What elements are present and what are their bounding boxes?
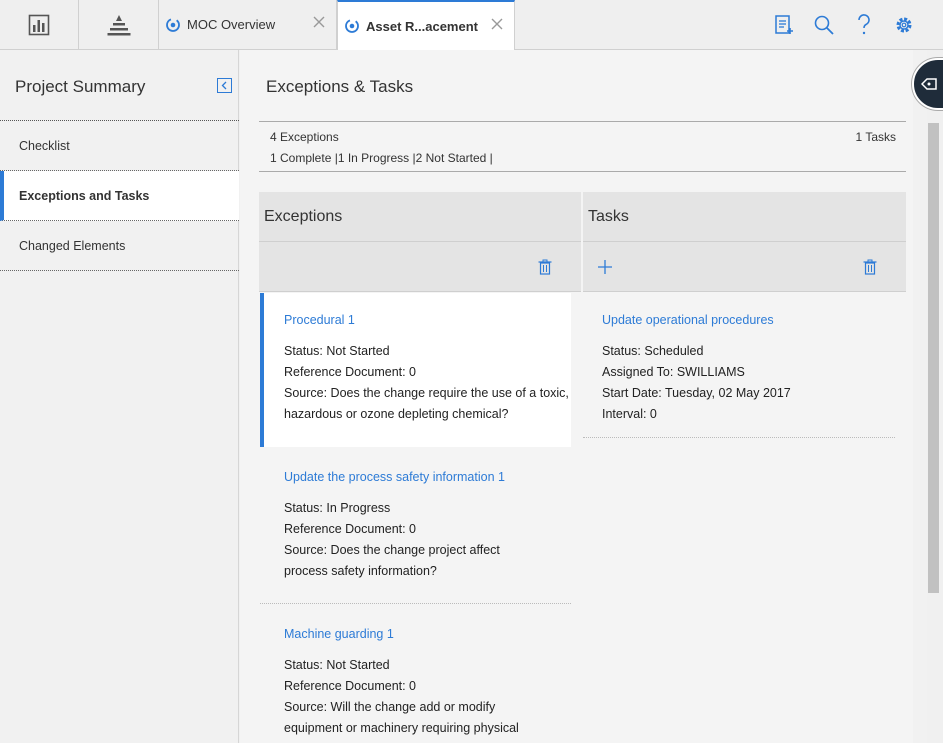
exception-title-link[interactable]: Machine guarding 1 [284, 624, 556, 645]
close-icon[interactable] [312, 15, 326, 29]
dashboard-button[interactable] [0, 0, 79, 49]
trash-icon[interactable] [537, 259, 553, 275]
task-title-link[interactable]: Update operational procedures [602, 310, 895, 331]
exception-card[interactable]: Procedural 1 Status: Not Started Referen… [260, 293, 571, 447]
summary-bar: 4 Exceptions 1 Complete |1 In Progress |… [259, 121, 906, 172]
sidebar: Project Summary Checklist Exceptions and… [0, 50, 239, 743]
page-title: Exceptions & Tasks [266, 77, 414, 96]
exception-reference: Reference Document: 0 [284, 365, 417, 379]
tab-label: Asset R...acement [366, 18, 478, 34]
add-icon[interactable] [597, 259, 613, 275]
task-start-date: Start Date: Tuesday, 02 May 2017 [602, 386, 791, 400]
exception-card[interactable]: Machine guarding 1 Status: Not Started R… [260, 604, 571, 743]
dashboard-icon [28, 14, 50, 35]
exception-status: Status: Not Started [284, 658, 390, 672]
close-icon[interactable] [490, 17, 504, 31]
task-assigned-to: Assigned To: SWILLIAMS [602, 365, 745, 379]
exception-source: Source: Will the change add or modify eq… [284, 700, 519, 743]
sidebar-item-changed-elements[interactable]: Changed Elements [0, 221, 239, 271]
help-icon [858, 14, 870, 35]
exception-status: Status: Not Started [284, 344, 390, 358]
exception-title-link[interactable]: Procedural 1 [284, 310, 571, 331]
sidebar-item-label: Exceptions and Tasks [19, 188, 150, 203]
exceptions-heading: Exceptions [259, 192, 581, 242]
tab-moc-overview[interactable]: MOC Overview [159, 0, 337, 49]
sidebar-item-checklist[interactable]: Checklist [0, 121, 239, 171]
tag-arrow-icon [921, 78, 937, 90]
exceptions-count: 4 Exceptions [270, 130, 339, 144]
sidebar-item-label: Changed Elements [19, 238, 126, 253]
exception-source: Source: Does the change require the use … [284, 386, 569, 421]
exception-card[interactable]: Update the process safety information 1 … [260, 447, 571, 604]
exceptions-status-summary: 1 Complete |1 In Progress |2 Not Started… [270, 151, 493, 165]
tab-asset-replacement[interactable]: Asset R...acement [337, 0, 515, 50]
exceptions-toolbar [259, 242, 581, 292]
task-status: Status: Scheduled [602, 344, 704, 358]
help-button[interactable] [852, 13, 876, 37]
moc-icon [166, 17, 180, 32]
tasks-heading: Tasks [583, 192, 906, 242]
tasks-toolbar [583, 242, 906, 292]
scrollbar-thumb[interactable] [928, 123, 939, 593]
sidebar-item-label: Checklist [19, 138, 70, 153]
task-interval: Interval: 0 [602, 407, 657, 421]
sidebar-item-exceptions-and-tasks[interactable]: Exceptions and Tasks [0, 171, 239, 221]
collapse-sidebar-button[interactable] [217, 78, 232, 93]
exception-title-link[interactable]: Update the process safety information 1 [284, 467, 546, 488]
top-bar: MOC Overview Asset R...acement [0, 0, 943, 50]
hierarchy-button[interactable] [79, 0, 159, 49]
main-content: Exceptions & Tasks 4 Exceptions 1 Comple… [240, 50, 913, 743]
exception-reference: Reference Document: 0 [284, 522, 417, 536]
new-record-button[interactable] [772, 13, 796, 37]
exception-reference: Reference Document: 0 [284, 679, 417, 693]
sidebar-title: Project Summary [15, 77, 146, 96]
exceptions-heading-label: Exceptions [264, 207, 343, 225]
document-add-icon [775, 15, 793, 34]
tab-label: MOC Overview [187, 17, 276, 32]
moc-icon [345, 19, 359, 33]
gear-icon [896, 17, 912, 33]
pyramid-icon [107, 14, 130, 35]
tasks-count: 1 Tasks [855, 130, 896, 144]
search-button[interactable] [812, 13, 836, 37]
settings-button[interactable] [892, 13, 916, 37]
tasks-heading-label: Tasks [588, 207, 629, 225]
exception-source: Source: Does the change project affect p… [284, 543, 500, 578]
side-panel-toggle[interactable] [912, 58, 943, 110]
trash-icon[interactable] [862, 259, 878, 275]
exception-status: Status: In Progress [284, 501, 391, 515]
task-card[interactable]: Update operational procedures Status: Sc… [583, 293, 895, 438]
search-icon [814, 15, 834, 35]
chevron-left-icon [221, 81, 227, 90]
